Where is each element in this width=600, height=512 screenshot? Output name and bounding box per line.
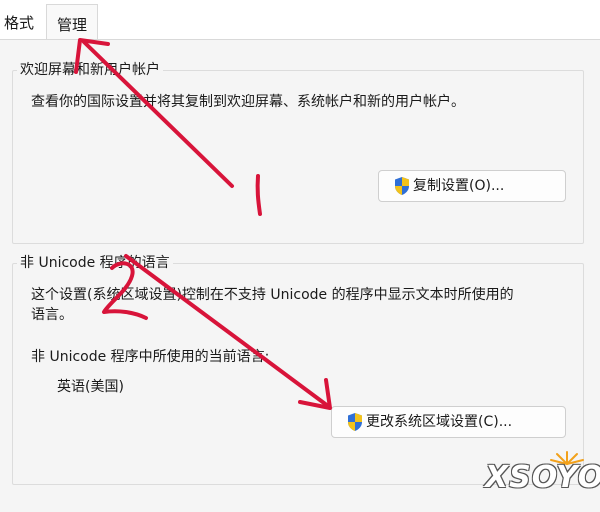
- uac-shield-icon: [348, 413, 362, 431]
- tab-bar: 格式 管理: [0, 0, 600, 40]
- current-language-value: 英语(美国): [57, 379, 124, 395]
- change-system-locale-label: 更改系统区域设置(C)...: [366, 414, 513, 430]
- non-unicode-group: 非 Unicode 程序的语言 这个设置(系统区域设置)控制在不支持 Unico…: [12, 252, 584, 485]
- tab-manage[interactable]: 管理: [46, 4, 99, 40]
- watermark-text: XSOYO: [485, 460, 600, 495]
- non-unicode-group-title: 非 Unicode 程序的语言: [17, 252, 173, 272]
- watermark-logo: XSOYO: [485, 451, 600, 504]
- welcome-description: 查看你的国际设置并将其复制到欢迎屏幕、系统帐户和新的用户帐户。: [31, 94, 465, 110]
- welcome-group-title: 欢迎屏幕和新用户帐户: [17, 59, 163, 79]
- change-system-locale-button[interactable]: 更改系统区域设置(C)...: [331, 406, 566, 438]
- uac-shield-icon: [395, 177, 409, 195]
- non-unicode-description-line1: 这个设置(系统区域设置)控制在不支持 Unicode 的程序中显示文本时所使用的: [31, 287, 514, 303]
- manage-panel: 欢迎屏幕和新用户帐户 查看你的国际设置并将其复制到欢迎屏幕、系统帐户和新的用户帐…: [0, 39, 600, 512]
- non-unicode-description-line2: 语言。: [31, 307, 73, 323]
- copy-settings-label: 复制设置(O)...: [413, 178, 505, 194]
- tab-format[interactable]: 格式: [0, 12, 40, 36]
- current-language-label: 非 Unicode 程序中所使用的当前语言:: [31, 349, 270, 365]
- copy-settings-button[interactable]: 复制设置(O)...: [378, 170, 566, 202]
- welcome-screen-group: 欢迎屏幕和新用户帐户 查看你的国际设置并将其复制到欢迎屏幕、系统帐户和新的用户帐…: [12, 59, 584, 244]
